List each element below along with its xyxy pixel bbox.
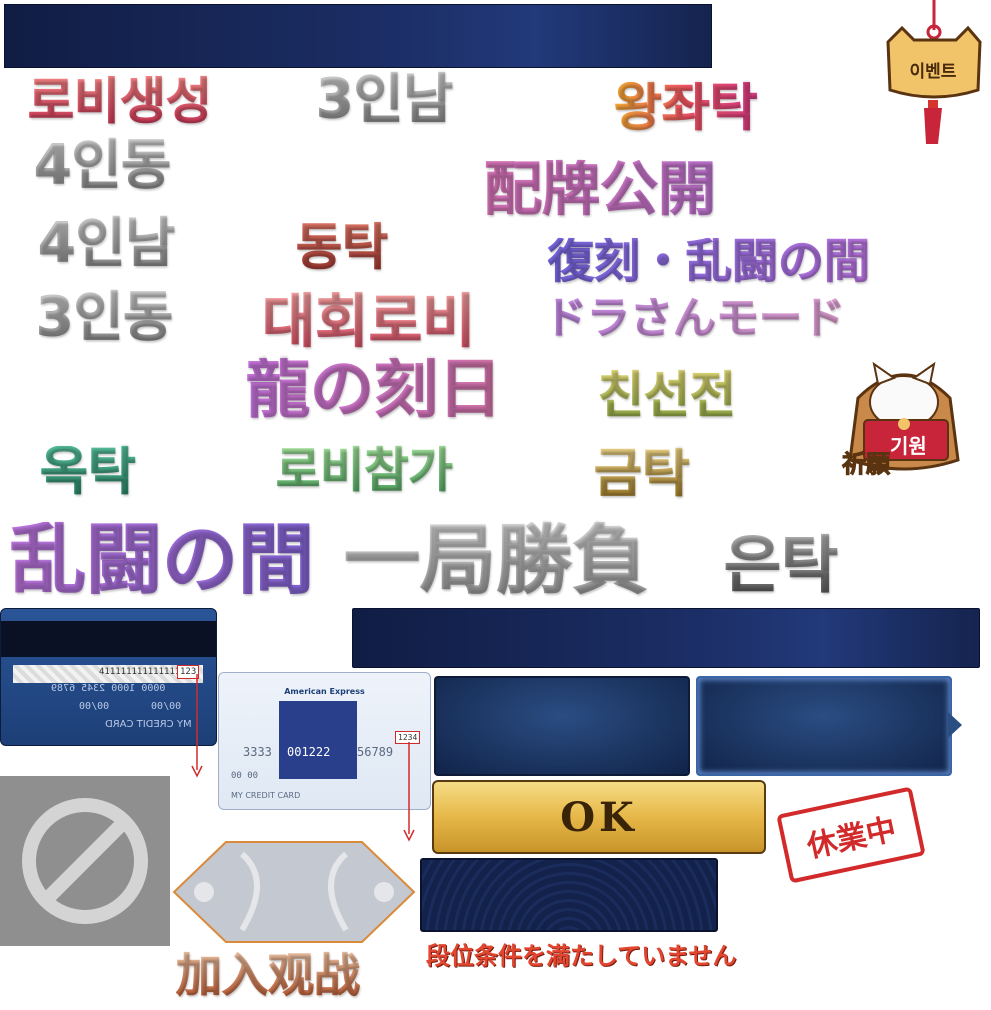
throne-fall-label: 왕좌탁 — [614, 78, 759, 138]
join-spectate-label: 加入观战 — [176, 948, 361, 1002]
highlighted-panel[interactable] — [696, 676, 952, 776]
chaos-room-label: 乱闘の間 — [10, 515, 315, 604]
tournament-lobby-label: 대회로비 — [261, 287, 476, 355]
event-badge[interactable]: 이벤트 — [880, 0, 985, 150]
cvv-arrow — [191, 674, 203, 778]
dora-mode-label: ドラさんモード — [544, 294, 846, 344]
credit-card-front: American Express 1234 3333 001222 56789 … — [218, 672, 431, 810]
three-east-label: 3인동 — [36, 285, 174, 348]
dragon-day-label: 龍の刻日 — [246, 353, 503, 427]
silver-table-label: 은탁 — [723, 528, 839, 601]
card-num-right: 56789 — [357, 745, 394, 759]
chevron-right-icon[interactable] — [948, 712, 964, 738]
wide-header-bar — [352, 608, 980, 668]
ok-button-label: OK — [560, 793, 638, 841]
card-front-name: MY CREDIT CARD — [231, 791, 301, 800]
friendly-match-label: 친선전 — [598, 366, 737, 424]
lobby-create-label: 로비생성 — [28, 72, 213, 130]
cid-arrow — [403, 742, 415, 842]
one-game-label: 一局勝負 — [344, 515, 649, 604]
ok-button[interactable]: OK — [432, 780, 766, 854]
four-south-label: 4인남 — [38, 211, 176, 274]
dark-panel[interactable] — [434, 676, 690, 776]
closed-stamp-label: 休業中 — [804, 811, 900, 865]
wish-badge[interactable]: 기원 祈願 — [838, 358, 970, 479]
haipai-open-label: 配牌公開 — [483, 155, 717, 223]
gold-table-label: 금탁 — [594, 444, 691, 504]
rank-condition-message: 段位条件を満たしていません — [426, 942, 737, 970]
prohibited-icon — [22, 798, 148, 924]
card-brand: American Express — [284, 687, 365, 696]
credit-card-back: 4111111111111111 123 0000 1000 2345 6789… — [0, 608, 217, 746]
wish-ko-label: 기원 — [890, 434, 927, 458]
wave-pattern-panel[interactable] — [420, 858, 718, 932]
card-back-name: MY CREDIT CARD — [105, 719, 192, 730]
magnetic-stripe — [1, 621, 216, 657]
east-table-label: 동탁 — [296, 218, 389, 276]
three-south-label: 3인남 — [316, 67, 454, 130]
card-back-exp2: 00/00 — [151, 701, 182, 712]
top-banner — [4, 4, 712, 68]
card-logo-block — [279, 701, 357, 779]
card-front-exp: 00 00 — [231, 771, 259, 781]
closed-stamp: 休業中 — [776, 786, 926, 884]
lobby-join-label: 로비참가 — [276, 442, 454, 498]
jade-table-label: 옥탁 — [40, 442, 137, 502]
card-num-mid: 001222 — [287, 745, 331, 759]
prohibited-tile — [0, 776, 170, 946]
wish-ja-label: 祈願 — [842, 450, 891, 479]
reprint-chaos-label: 復刻・乱闘の間 — [548, 234, 871, 288]
card-back-digits: 0000 1000 2345 6789 — [51, 683, 166, 694]
sakura-hex-icon — [172, 841, 416, 943]
card-num-left: 3333 — [243, 745, 272, 759]
card-back-exp1: 00/00 — [79, 701, 110, 712]
card-back-number: 4111111111111111 — [99, 667, 186, 677]
event-label: 이벤트 — [909, 62, 957, 82]
sakura-hex-badge[interactable] — [172, 840, 416, 944]
four-east-label: 4인동 — [34, 133, 172, 196]
